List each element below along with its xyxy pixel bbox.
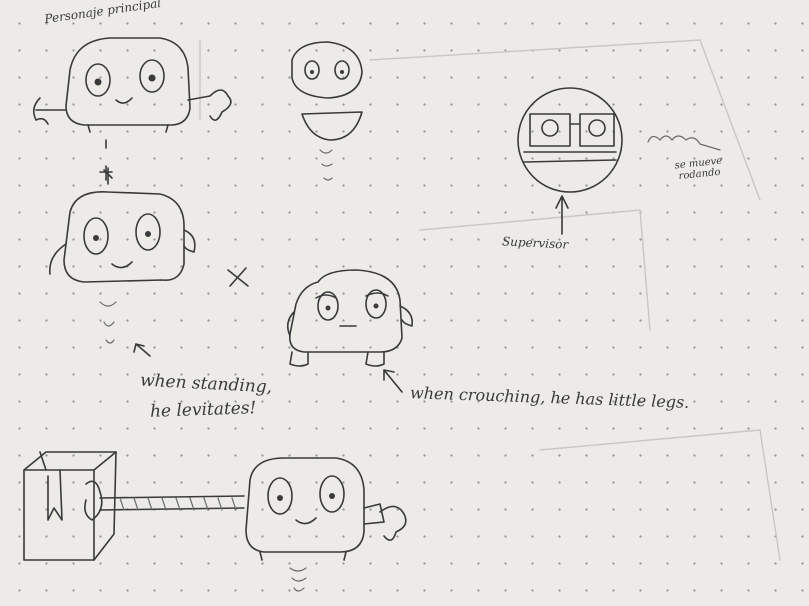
small-robot-sketch [291, 41, 363, 181]
robot-levitating-sketch [49, 167, 249, 357]
robot-with-box-sketch [23, 451, 407, 592]
sketch-drawings [23, 37, 781, 592]
sketchbook-page: Personaje principal Supervisor se mueve … [0, 0, 809, 606]
main-character-sketch [32, 37, 232, 181]
robot-crouching-sketch [286, 269, 414, 393]
he-levitates-note: he levitates! [149, 398, 257, 422]
